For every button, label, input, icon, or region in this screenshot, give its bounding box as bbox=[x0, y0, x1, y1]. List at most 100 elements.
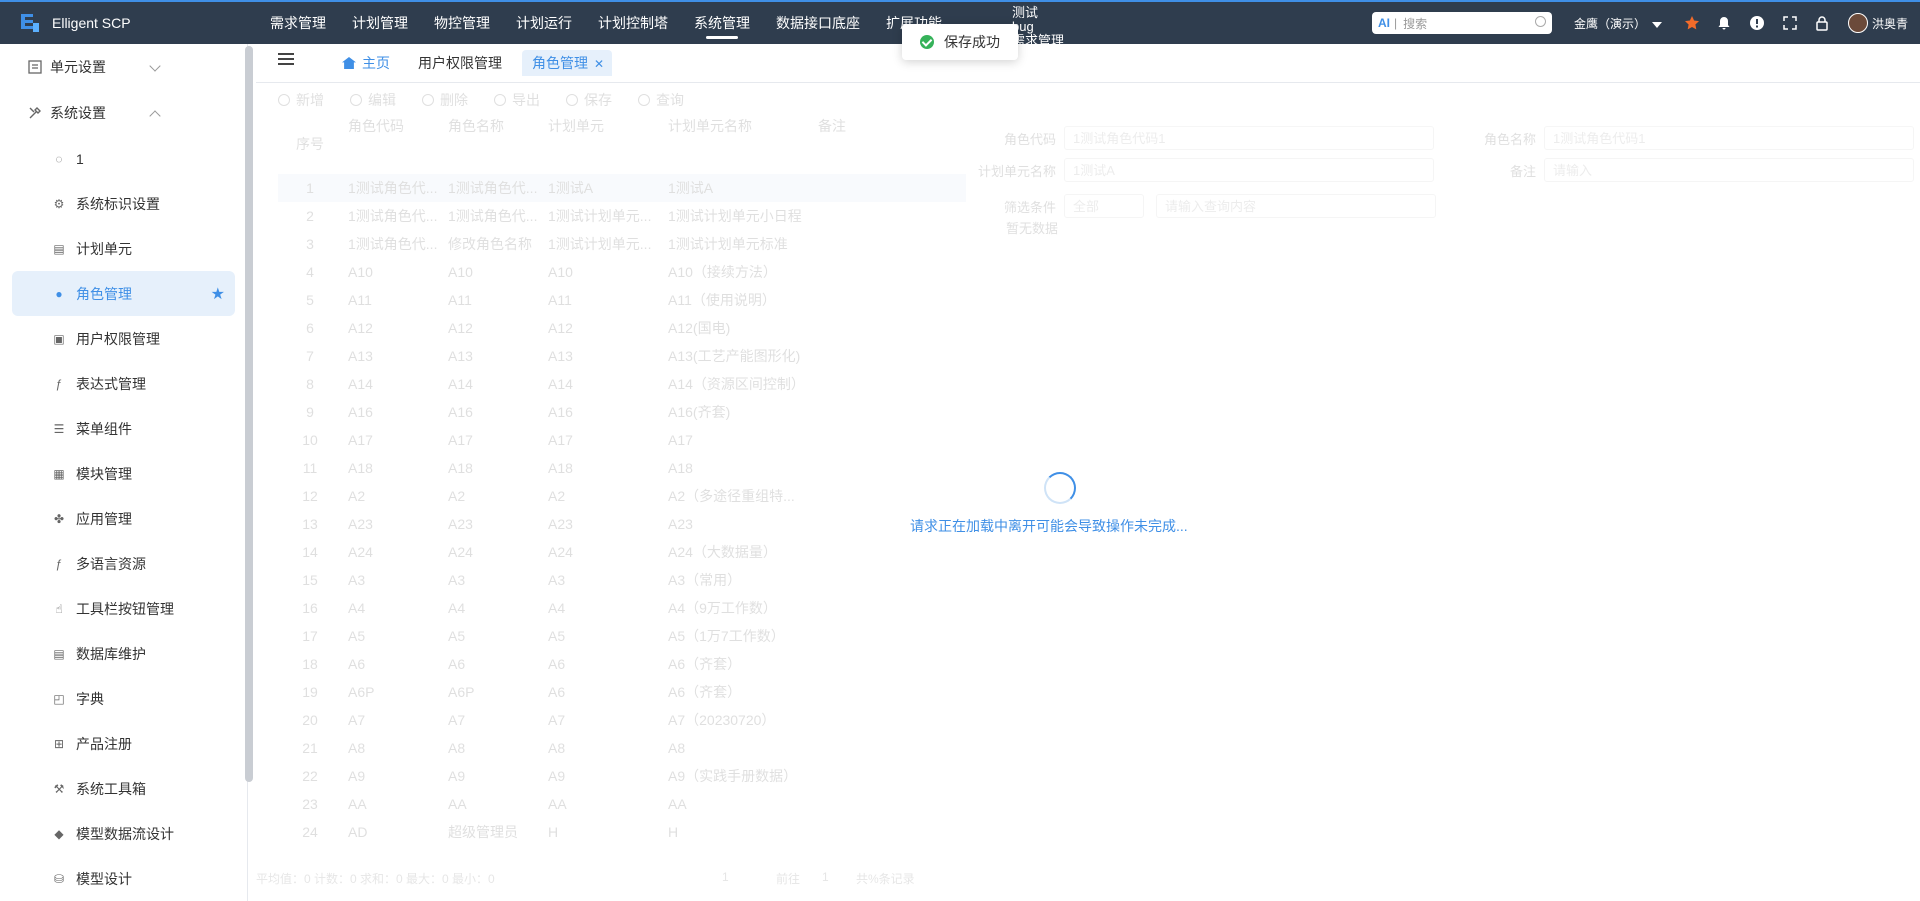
sidebar-item-toolbox[interactable]: ⚒ 系统工具箱 bbox=[0, 766, 247, 811]
avatar[interactable] bbox=[1848, 13, 1868, 33]
nav-material[interactable]: 物控管理 bbox=[434, 1, 490, 45]
nav-plan[interactable]: 计划管理 bbox=[352, 1, 408, 45]
fullscreen-icon[interactable] bbox=[1782, 15, 1798, 31]
sidebar-item-dictionary[interactable]: ◰ 字典 bbox=[0, 676, 247, 721]
header-role-name[interactable]: 角色名称 bbox=[442, 116, 542, 174]
nav-stack-bug[interactable]: bug bbox=[1012, 20, 1064, 34]
save-button[interactable]: 保存 bbox=[566, 90, 612, 110]
cell-index: 11 bbox=[302, 460, 318, 476]
table-row[interactable]: 22 A9 A9 A9 A9（实践手册数据） bbox=[278, 762, 966, 790]
tools-icon bbox=[29, 107, 41, 119]
role-code-field[interactable]: 1测试角色代码1 bbox=[1064, 126, 1434, 150]
unit-name-field[interactable]: 1测试A bbox=[1064, 158, 1434, 182]
table-row[interactable]: 5 A11 A11 A11 A11（使用说明） bbox=[278, 286, 966, 314]
table-row[interactable]: 13 A23 A23 A23 A23 bbox=[278, 510, 966, 538]
sidebar-item-user-permission[interactable]: ▣ 用户权限管理 bbox=[0, 316, 247, 361]
table-row[interactable]: 17 A5 A5 A5 A5（1万7工作数） bbox=[278, 622, 966, 650]
alert-icon[interactable] bbox=[1749, 15, 1765, 31]
table-row[interactable]: 1 1测试角色代... 1测试角色代... 1测试A 1测试A bbox=[278, 174, 966, 202]
nav-control-tower[interactable]: 计划控制塔 bbox=[598, 1, 668, 45]
table-row[interactable]: 18 A6 A6 A6 A6（齐套） bbox=[278, 650, 966, 678]
star-icon[interactable] bbox=[1684, 15, 1700, 31]
sidebar-group-system-settings[interactable]: 系统设置 bbox=[0, 90, 247, 136]
tab-home[interactable]: 主页 bbox=[332, 50, 400, 76]
favorite-star-icon[interactable]: ★ bbox=[211, 284, 225, 304]
header-plan-unit[interactable]: 计划单元 bbox=[542, 116, 662, 174]
query-button[interactable]: 查询 bbox=[638, 90, 684, 110]
lock-icon[interactable] bbox=[1814, 15, 1830, 31]
sidebar-item-i18n[interactable]: ƒ 多语言资源 bbox=[0, 541, 247, 586]
table-row[interactable]: 20 A7 A7 A7 A7（20230720） bbox=[278, 706, 966, 734]
delete-button[interactable]: 删除 bbox=[422, 90, 468, 110]
nav-data-interface[interactable]: 数据接口底座 bbox=[776, 1, 860, 45]
nav-demand[interactable]: 需求管理 bbox=[270, 1, 326, 45]
tenant-select[interactable]: 金鹰（演示） bbox=[1574, 15, 1663, 32]
table-row[interactable]: 3 1测试角色代... 修改角色名称 1测试计划单元... 1测试计划单元标准 bbox=[278, 230, 966, 258]
sidebar-item-module[interactable]: ▦ 模块管理 bbox=[0, 451, 247, 496]
nav-stacked-menu[interactable]: 测试 bug 需求管理 bbox=[1012, 6, 1064, 48]
table-row[interactable]: 12 A2 A2 A2 A2（多途径重组特... bbox=[278, 482, 966, 510]
table-row[interactable]: 24 AD 超级管理员 H H bbox=[278, 818, 966, 846]
sidebar-item-1[interactable]: ◌ 1 bbox=[0, 136, 247, 181]
table-row[interactable]: 8 A14 A14 A14 A14（资源区间控制） bbox=[278, 370, 966, 398]
nav-stack-test[interactable]: 测试 bbox=[1012, 6, 1064, 20]
sidebar-item-system-id[interactable]: ⚙ 系统标识设置 bbox=[0, 181, 247, 226]
table-row[interactable]: 9 A16 A16 A16 A16(齐套) bbox=[278, 398, 966, 426]
header-plan-unit-name[interactable]: 计划单元名称 bbox=[662, 116, 812, 174]
header-role-code[interactable]: 角色代码 bbox=[342, 116, 442, 174]
table-row[interactable]: 16 A4 A4 A4 A4（9万工作数） bbox=[278, 594, 966, 622]
sidebar-item-apps[interactable]: ✤ 应用管理 bbox=[0, 496, 247, 541]
pagination-current[interactable]: 1 bbox=[722, 870, 729, 884]
ai-icon[interactable]: AI bbox=[1378, 16, 1390, 30]
sidebar-scrollbar[interactable] bbox=[245, 46, 253, 782]
sidebar-item-database[interactable]: ▤ 数据库维护 bbox=[0, 631, 247, 676]
edit-button[interactable]: 编辑 bbox=[350, 90, 396, 110]
table-row[interactable]: 14 A24 A24 A24 A24（大数据量） bbox=[278, 538, 966, 566]
table-row[interactable]: 4 A10 A10 A10 A10（接续方法） bbox=[278, 258, 966, 286]
nav-system[interactable]: 系统管理 bbox=[694, 1, 750, 45]
table-row[interactable]: 10 A17 A17 A17 A17 bbox=[278, 426, 966, 454]
search-input[interactable]: 搜索 bbox=[1403, 15, 1427, 32]
header-remark[interactable]: 备注 bbox=[812, 116, 902, 174]
table-row[interactable]: 6 A12 A12 A12 A12(国电) bbox=[278, 314, 966, 342]
user-menu[interactable]: 洪奥青 bbox=[1848, 13, 1908, 33]
bell-icon[interactable] bbox=[1716, 15, 1732, 31]
cell-plan-unit: A13 bbox=[548, 348, 573, 364]
cell-index: 16 bbox=[302, 600, 318, 616]
filter-input[interactable]: 请输入查询内容 bbox=[1156, 194, 1436, 218]
table-row[interactable]: 19 A6P A6P A6 A6（齐套） bbox=[278, 678, 966, 706]
sidebar-group-unit-settings[interactable]: 单元设置 bbox=[0, 44, 247, 90]
table-row[interactable]: 2 1测试角色代... 1测试角色代... 1测试计划单元... 1测试计划单元小日程 bbox=[278, 202, 966, 230]
nav-plan-run[interactable]: 计划运行 bbox=[516, 1, 572, 45]
search-box[interactable]: AI | 搜索 bbox=[1372, 12, 1552, 34]
sidebar-item-plan-unit[interactable]: ▤ 计划单元 bbox=[0, 226, 247, 271]
table-row[interactable]: 11 A18 A18 A18 A18 bbox=[278, 454, 966, 482]
sidebar-item-model-dataflow[interactable]: ◆ 模型数据流设计 bbox=[0, 811, 247, 856]
search-icon[interactable] bbox=[1535, 16, 1546, 27]
sidebar-item-product-register[interactable]: ⊞ 产品注册 bbox=[0, 721, 247, 766]
table-row[interactable]: 7 A13 A13 A13 A13(工艺产能图形化) bbox=[278, 342, 966, 370]
logo[interactable]: Elligent SCP bbox=[0, 11, 270, 35]
export-button[interactable]: 导出 bbox=[494, 90, 540, 110]
goto-input[interactable]: 1 bbox=[822, 870, 829, 884]
sidebar-item-menu-component[interactable]: ☰ 菜单组件 bbox=[0, 406, 247, 451]
database-icon: ⛁ bbox=[53, 871, 65, 886]
table-row[interactable]: 15 A3 A3 A3 A3（常用） bbox=[278, 566, 966, 594]
sidebar-item-role-management[interactable]: ● 角色管理 ★ bbox=[12, 271, 235, 316]
remark-field[interactable]: 请输入 bbox=[1544, 158, 1914, 182]
filter-select[interactable]: 全部 bbox=[1064, 194, 1144, 218]
sidebar-item-model-design[interactable]: ⛁ 模型设计 bbox=[0, 856, 247, 901]
sidebar-item-toolbar-buttons[interactable]: ☝ 工具栏按钮管理 bbox=[0, 586, 247, 631]
tab-home-label: 主页 bbox=[362, 55, 390, 71]
close-icon[interactable]: ✕ bbox=[594, 57, 604, 71]
table-row[interactable]: 21 A8 A8 A8 A8 bbox=[278, 734, 966, 762]
role-name-field[interactable]: 1测试角色代码1 bbox=[1544, 126, 1914, 150]
cell-role-name: A7 bbox=[448, 712, 466, 728]
table-row[interactable]: 23 AA AA AA AA bbox=[278, 790, 966, 818]
menu-toggle-icon[interactable] bbox=[278, 53, 294, 65]
sidebar-item-expression[interactable]: ƒ 表达式管理 bbox=[0, 361, 247, 406]
tab-role-management[interactable]: 角色管理 ✕ bbox=[522, 50, 613, 76]
add-button[interactable]: 新增 bbox=[278, 90, 324, 110]
tab-user-permission[interactable]: 用户权限管理 bbox=[408, 50, 512, 76]
cell-plan-unit-name: A10（接续方法） bbox=[668, 264, 777, 280]
